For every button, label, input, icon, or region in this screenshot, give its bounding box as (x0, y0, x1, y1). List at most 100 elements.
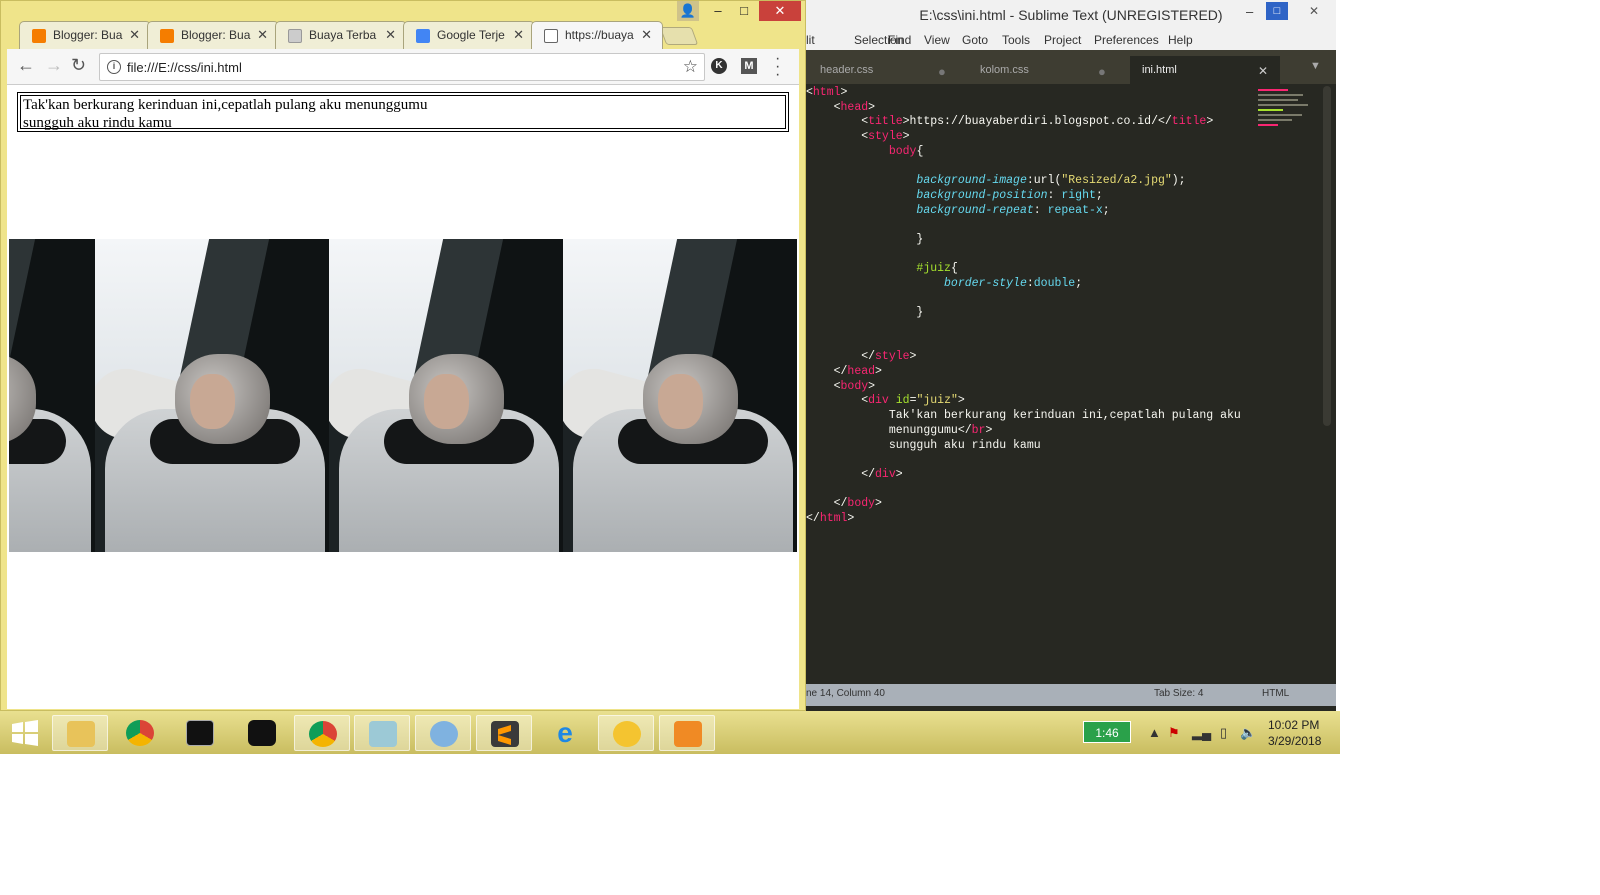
close-icon[interactable]: ✕ (129, 27, 140, 43)
minimize-button[interactable]: – (1246, 4, 1253, 19)
menu-item[interactable]: lit (806, 33, 815, 47)
close-button[interactable]: ✕ (759, 1, 801, 21)
tab-dropdown-icon[interactable]: ▼ (1310, 60, 1321, 72)
syntax-mode[interactable]: HTML (1262, 688, 1289, 699)
browser-tab[interactable]: Blogger: Bua ✕ (19, 21, 151, 49)
chrome-icon[interactable] (112, 715, 168, 751)
close-button[interactable]: ✕ (1294, 2, 1334, 20)
code-line[interactable] (806, 159, 1286, 174)
new-tab-button[interactable] (659, 27, 699, 45)
app-icon[interactable] (598, 715, 654, 751)
start-button[interactable] (0, 715, 48, 751)
browser-tab[interactable]: Google Terje ✕ (403, 21, 535, 49)
close-icon[interactable]: ✕ (385, 27, 396, 43)
flag-icon[interactable]: ⚑ (1168, 725, 1180, 741)
battery-icon[interactable]: ▯ (1220, 725, 1227, 741)
code-line[interactable]: sungguh aku rindu kamu (806, 439, 1286, 454)
menu-item[interactable]: Preferences (1094, 33, 1159, 47)
extension-k-icon[interactable]: K (711, 58, 727, 74)
code-line[interactable]: </html> (806, 512, 1286, 527)
extension-m-icon[interactable]: M (741, 58, 757, 74)
browser-tab[interactable]: Blogger: Bua ✕ (147, 21, 279, 49)
close-icon[interactable]: ✕ (641, 27, 652, 43)
code-line[interactable]: body{ (806, 145, 1286, 160)
chevron-up-icon[interactable]: ▲ (1148, 725, 1161, 740)
volume-icon[interactable]: 🔈 (1240, 725, 1256, 741)
code-line[interactable]: } (806, 306, 1286, 321)
reload-icon[interactable]: ↻ (71, 55, 86, 76)
background-photo (9, 239, 95, 552)
browser-tab[interactable]: Buaya Terba ✕ (275, 21, 407, 49)
code-line[interactable]: </div> (806, 468, 1286, 483)
code-line[interactable] (806, 453, 1286, 468)
code-line[interactable]: <body> (806, 380, 1286, 395)
editor-tab[interactable]: header.css ● (810, 56, 960, 84)
code-line[interactable] (806, 248, 1286, 263)
sublime-icon[interactable] (476, 715, 532, 751)
code-line[interactable]: background-position: right; (806, 189, 1286, 204)
code-line[interactable] (806, 292, 1286, 307)
menu-item[interactable]: Tools (1002, 33, 1030, 47)
code-line[interactable] (806, 218, 1286, 233)
browser-tab-active[interactable]: https://buaya ✕ (531, 21, 663, 49)
scrollbar[interactable] (1323, 86, 1331, 426)
code-line[interactable]: </body> (806, 497, 1286, 512)
tab-size[interactable]: Tab Size: 4 (1154, 688, 1203, 699)
code-line[interactable]: <html> (806, 86, 1286, 101)
clock-date: 3/29/2018 (1268, 734, 1322, 748)
chrome-icon[interactable] (294, 715, 350, 751)
cursor-position: ne 14, Column 40 (806, 688, 885, 699)
code-line[interactable]: Tak'kan berkurang kerinduan ini,cepatlah… (806, 409, 1286, 424)
menu-item[interactable]: Help (1168, 33, 1193, 47)
internet-explorer-icon[interactable]: e (537, 715, 593, 751)
code-line[interactable]: <style> (806, 130, 1286, 145)
minimap[interactable] (1258, 86, 1318, 146)
menu-icon[interactable]: · · · (775, 51, 780, 83)
code-line[interactable]: <div id="juiz"> (806, 394, 1286, 409)
paint-icon[interactable] (415, 715, 471, 751)
clock[interactable]: 10:02 PM 3/29/2018 (1268, 717, 1321, 749)
sublime-window: E:\css\ini.html - Sublime Text (UNREGIST… (806, 0, 1336, 711)
editor-tab[interactable]: kolom.css ● (970, 56, 1120, 84)
address-bar[interactable]: i file:///E://css/ini.html ☆ (99, 53, 705, 81)
code-line[interactable]: </style> (806, 350, 1286, 365)
code-line[interactable]: background-image:url("Resized/a2.jpg"); (806, 174, 1286, 189)
code-line[interactable]: <title>https://buayaberdiri.blogspot.co.… (806, 115, 1286, 130)
page-icon (288, 29, 302, 43)
code-line[interactable] (806, 336, 1286, 351)
unsaved-dot-icon: ● (938, 64, 946, 79)
code-line[interactable]: border-style:double; (806, 277, 1286, 292)
code-area[interactable]: <html> <head> <title>https://buayaberdir… (806, 86, 1286, 684)
bookmark-star-icon[interactable]: ☆ (683, 57, 698, 77)
code-line[interactable] (806, 321, 1286, 336)
editor-tab-active[interactable]: ini.html ✕ (1130, 56, 1280, 84)
code-line[interactable]: background-repeat: repeat-x; (806, 204, 1286, 219)
maximize-button[interactable]: □ (1266, 2, 1288, 20)
file-explorer-icon[interactable] (52, 715, 108, 751)
code-line[interactable]: <head> (806, 101, 1286, 116)
close-icon[interactable]: ✕ (257, 27, 268, 43)
menu-item[interactable]: Project (1044, 33, 1081, 47)
forward-icon[interactable]: → (45, 55, 63, 76)
code-line[interactable] (806, 483, 1286, 498)
battery-indicator[interactable]: 1:46 (1083, 721, 1131, 743)
garena-icon[interactable] (234, 715, 290, 751)
code-line[interactable]: menunggumu</br> (806, 424, 1286, 439)
notepad-icon[interactable] (354, 715, 410, 751)
menu-item[interactable]: Goto (962, 33, 988, 47)
menu-item[interactable]: View (924, 33, 950, 47)
close-icon[interactable]: ✕ (513, 27, 524, 43)
user-icon[interactable]: 👤 (677, 1, 699, 21)
command-prompt-icon[interactable] (172, 715, 228, 751)
media-player-icon[interactable] (659, 715, 715, 751)
close-icon[interactable]: ✕ (1258, 64, 1268, 78)
menu-item[interactable]: Find (888, 33, 911, 47)
code-line[interactable]: </head> (806, 365, 1286, 380)
minimize-button[interactable]: – (707, 1, 729, 21)
back-icon[interactable]: ← (17, 55, 35, 76)
info-icon[interactable]: i (107, 60, 121, 74)
code-line[interactable]: #juiz{ (806, 262, 1286, 277)
code-line[interactable]: } (806, 233, 1286, 248)
signal-icon[interactable]: ▂▄ (1192, 725, 1211, 741)
maximize-button[interactable]: □ (733, 1, 755, 21)
